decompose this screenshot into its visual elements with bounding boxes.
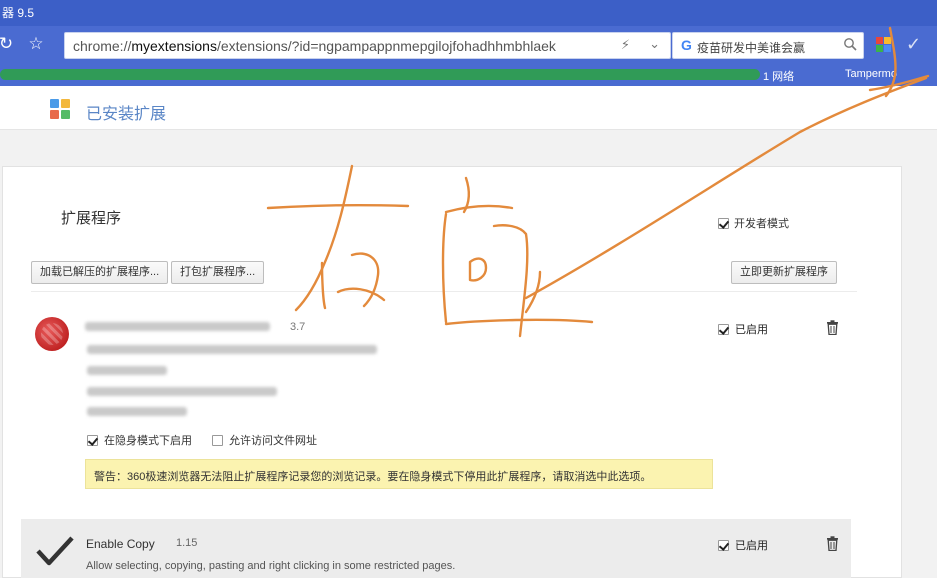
search-box[interactable]: G 疫苗研发中美谁会赢 <box>672 32 864 59</box>
bookmark-star-icon[interactable]: ☆ <box>26 34 46 54</box>
bookmark-item[interactable]: 1 网络 <box>763 68 794 84</box>
file-access-checkbox[interactable] <box>212 434 223 446</box>
extensions-logo-icon <box>50 99 70 119</box>
extensions-panel: 扩展程序 开发者模式 加载已解压的扩展程序... 打包扩展程序... 立即更新扩… <box>2 166 902 578</box>
redacted-details-link <box>87 366 167 375</box>
enabled-checkbox[interactable] <box>718 539 729 551</box>
page-title: 已安装扩展 <box>86 106 167 123</box>
extension-version: 3.7 <box>290 321 306 333</box>
search-icon[interactable] <box>843 37 857 51</box>
redacted-options-link <box>87 407 187 416</box>
section-title: 扩展程序 <box>61 210 122 227</box>
incognito-checkbox[interactable] <box>87 434 98 446</box>
bookmark-tampermonkey[interactable]: Tampermo <box>845 68 897 80</box>
chevron-down-icon[interactable]: ⌄ <box>649 36 660 52</box>
extension-icon <box>35 317 69 351</box>
extension-options-row: 在隐身模式下启用 允许访问文件网址 <box>87 432 317 448</box>
enabled-label: 已启用 <box>735 540 768 552</box>
apps-grid-icon[interactable] <box>876 37 892 53</box>
developer-mode-toggle[interactable]: 开发者模式 <box>718 215 789 231</box>
incognito-label: 在隐身模式下启用 <box>104 435 192 447</box>
page-header: 已安装扩展 <box>0 86 937 130</box>
extension-description: Allow selecting, copying, pasting and ri… <box>86 560 456 572</box>
address-bar[interactable]: chrome://myextensions/extensions/?id=ngp… <box>64 32 671 59</box>
developer-mode-checkbox[interactable] <box>718 217 729 229</box>
bookmarks-bar: 1 网络 Tampermo <box>0 64 937 86</box>
divider <box>31 291 857 292</box>
enabled-checkbox[interactable] <box>718 323 729 335</box>
developer-mode-label: 开发者模式 <box>734 218 789 230</box>
redaction-scribble <box>0 69 760 80</box>
redacted-description <box>87 345 377 354</box>
window-title: 器 9.5 <box>2 6 35 20</box>
extension-version: 1.15 <box>176 537 198 549</box>
browser-window: 器 9.5 ↻ ☆ chrome://myextensions/extensio… <box>0 0 937 578</box>
extension-enabled-toggle[interactable]: 已启用 <box>718 537 768 553</box>
update-extensions-button[interactable]: 立即更新扩展程序 <box>731 261 837 284</box>
google-icon: G <box>681 37 692 53</box>
incognito-warning: 警告：360极速浏览器无法阻止扩展程序记录您的浏览记录。要在隐身模式下停用此扩展… <box>85 459 713 489</box>
enabled-label: 已启用 <box>735 324 768 336</box>
address-url[interactable]: chrome://myextensions/extensions/?id=ngp… <box>73 38 556 54</box>
speed-mode-icon[interactable]: ⚡ <box>621 37 630 53</box>
extension-enabled-toggle[interactable]: 已启用 <box>718 321 768 337</box>
toolbar: ↻ ☆ chrome://myextensions/extensions/?id… <box>0 26 937 64</box>
load-unpacked-button[interactable]: 加载已解压的扩展程序... <box>31 261 169 284</box>
extension-name: Enable Copy <box>86 537 155 551</box>
search-query[interactable]: 疫苗研发中美谁会赢 <box>697 39 805 56</box>
file-access-label: 允许访问文件网址 <box>229 435 317 447</box>
reload-icon[interactable]: ↻ <box>0 34 16 54</box>
redacted-name <box>85 322 270 331</box>
checkmark-icon[interactable]: ✓ <box>906 34 921 55</box>
title-bar: 器 9.5 <box>0 0 937 26</box>
pack-extension-button[interactable]: 打包扩展程序... <box>171 261 265 284</box>
redacted-id <box>87 387 277 396</box>
enable-copy-check-icon <box>36 536 74 566</box>
trash-icon[interactable] <box>826 536 839 551</box>
trash-icon[interactable] <box>826 320 839 335</box>
